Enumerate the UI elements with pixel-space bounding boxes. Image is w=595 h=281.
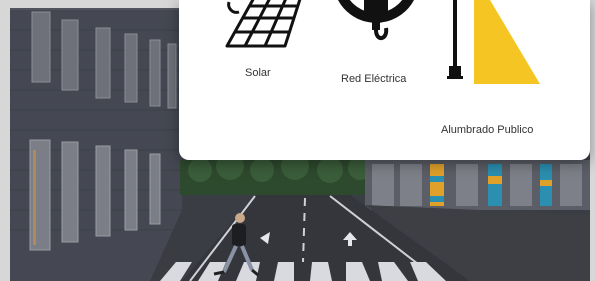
solar-panel-icon	[225, 0, 302, 48]
option-solar-label: Solar	[245, 67, 271, 79]
option-grid-label: Red Eléctrica	[341, 73, 407, 85]
right-frame-bar	[590, 0, 595, 281]
energy-source-panel: Solar Red Eléctrica Alumbrado Publico	[179, 0, 590, 160]
option-streetlight-label: Alumbrado Publico	[441, 124, 534, 136]
left-frame-bar	[0, 0, 10, 281]
street-lamp-icon	[447, 0, 540, 84]
power-plug-icon	[338, 0, 414, 40]
